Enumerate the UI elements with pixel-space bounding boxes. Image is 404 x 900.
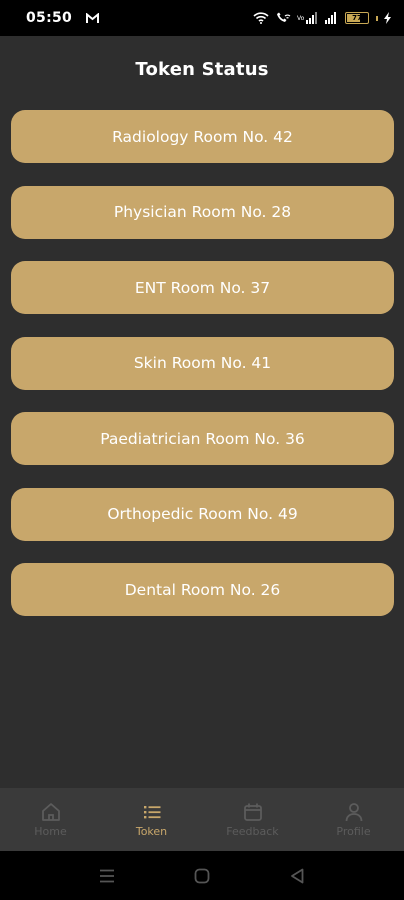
signal-icon-2	[325, 12, 339, 24]
calendar-icon	[242, 801, 264, 823]
wifi-call-icon	[275, 12, 291, 24]
home-circle-icon[interactable]	[182, 856, 222, 896]
room-button-physician[interactable]: Physician Room No. 28	[11, 185, 394, 239]
battery-level: 77	[352, 14, 362, 22]
system-nav	[0, 851, 404, 900]
signal-icon: Vo	[297, 12, 319, 24]
nav-label-profile: Profile	[336, 825, 371, 838]
status-left: 05:50	[26, 9, 100, 28]
status-bar: 05:50 Vo 77	[0, 0, 404, 36]
room-button-radiology[interactable]: Radiology Room No. 42	[11, 110, 394, 163]
charging-icon	[384, 12, 392, 24]
nav-label-home: Home	[34, 825, 67, 838]
bottom-nav: Home Token Feedback Profile	[0, 788, 404, 851]
header: Token Status	[0, 36, 404, 102]
person-icon	[343, 801, 365, 823]
wifi-icon	[253, 12, 269, 24]
room-button-dental[interactable]: Dental Room No. 26	[11, 563, 394, 616]
nav-item-token[interactable]: Token	[101, 801, 202, 838]
page-title: Token Status	[135, 58, 269, 80]
nav-label-feedback: Feedback	[226, 825, 279, 838]
nav-item-profile[interactable]: Profile	[303, 801, 404, 838]
nav-label-token: Token	[135, 825, 168, 838]
gmail-icon	[86, 9, 100, 28]
back-icon[interactable]	[277, 856, 317, 896]
status-icons: Vo 77	[253, 12, 392, 24]
nav-item-feedback[interactable]: Feedback	[202, 801, 303, 838]
list-icon	[141, 801, 163, 823]
recents-icon[interactable]	[87, 856, 127, 896]
room-button-ent[interactable]: ENT Room No. 37	[11, 261, 394, 314]
room-list: Radiology Room No. 42 Physician Room No.…	[11, 110, 394, 639]
nav-item-home[interactable]: Home	[0, 801, 101, 838]
svg-text:Vo: Vo	[297, 15, 305, 22]
status-time: 05:50	[26, 10, 73, 26]
battery-icon: 77	[345, 12, 369, 24]
home-icon	[40, 801, 62, 823]
room-button-orthopedic[interactable]: Orthopedic Room No. 49	[11, 487, 394, 541]
room-button-paediatrician[interactable]: Paediatrician Room No. 36	[11, 412, 394, 465]
room-button-skin[interactable]: Skin Room No. 41	[11, 336, 394, 390]
